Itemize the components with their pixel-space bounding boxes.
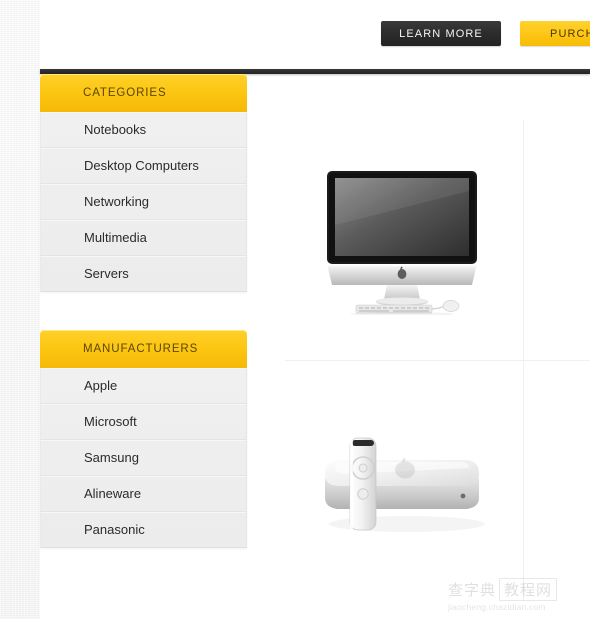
sidebar-widget-categories: CATEGORIES Notebooks Desktop Computers N… — [40, 74, 247, 292]
product-row — [285, 120, 590, 361]
product-grid: HD — [285, 120, 590, 619]
imac-desktop-computer-icon — [327, 171, 477, 315]
sidebar-item-panasonic[interactable]: Panasonic — [41, 512, 246, 547]
sidebar-item-servers[interactable]: Servers — [41, 256, 246, 291]
product-cell-mac-pro[interactable] — [523, 120, 590, 360]
widget-title-manufacturers: MANUFACTURERS — [83, 343, 199, 355]
sidebar-item-microsoft[interactable]: Microsoft — [41, 404, 246, 440]
sidebar-widget-manufacturers: MANUFACTURERS Apple Microsoft Samsung Al… — [40, 330, 247, 548]
sidebar: CATEGORIES Notebooks Desktop Computers N… — [40, 74, 247, 586]
top-banner: LEARN MORE PURCHASE — [40, 0, 590, 69]
sidebar-item-multimedia[interactable]: Multimedia — [41, 220, 246, 256]
apple-tv-with-remote-icon — [325, 437, 485, 532]
purchase-button[interactable]: PURCHASE — [520, 21, 590, 46]
page-background: LEARN MORE PURCHASE CATEGORIES Notebooks… — [0, 0, 590, 619]
widget-header-categories: CATEGORIES — [40, 74, 247, 112]
product-cell-imac[interactable] — [285, 120, 523, 360]
product-cell-hd-webcam[interactable]: HD — [523, 361, 590, 601]
sidebar-item-networking[interactable]: Networking — [41, 184, 246, 220]
sidebar-item-alineware[interactable]: Alineware — [41, 476, 246, 512]
widget-header-manufacturers: MANUFACTURERS — [40, 330, 247, 368]
product-row: HD — [285, 361, 590, 601]
manufacturer-list: Apple Microsoft Samsung Alineware Panaso… — [40, 368, 247, 548]
category-list: Notebooks Desktop Computers Networking M… — [40, 112, 247, 292]
product-cell-apple-tv[interactable] — [285, 361, 523, 601]
learn-more-button[interactable]: LEARN MORE — [381, 21, 501, 46]
sidebar-item-desktop-computers[interactable]: Desktop Computers — [41, 148, 246, 184]
sidebar-item-apple[interactable]: Apple — [41, 368, 246, 404]
widget-title-categories: CATEGORIES — [83, 87, 167, 99]
sidebar-item-samsung[interactable]: Samsung — [41, 440, 246, 476]
sidebar-item-notebooks[interactable]: Notebooks — [41, 112, 246, 148]
